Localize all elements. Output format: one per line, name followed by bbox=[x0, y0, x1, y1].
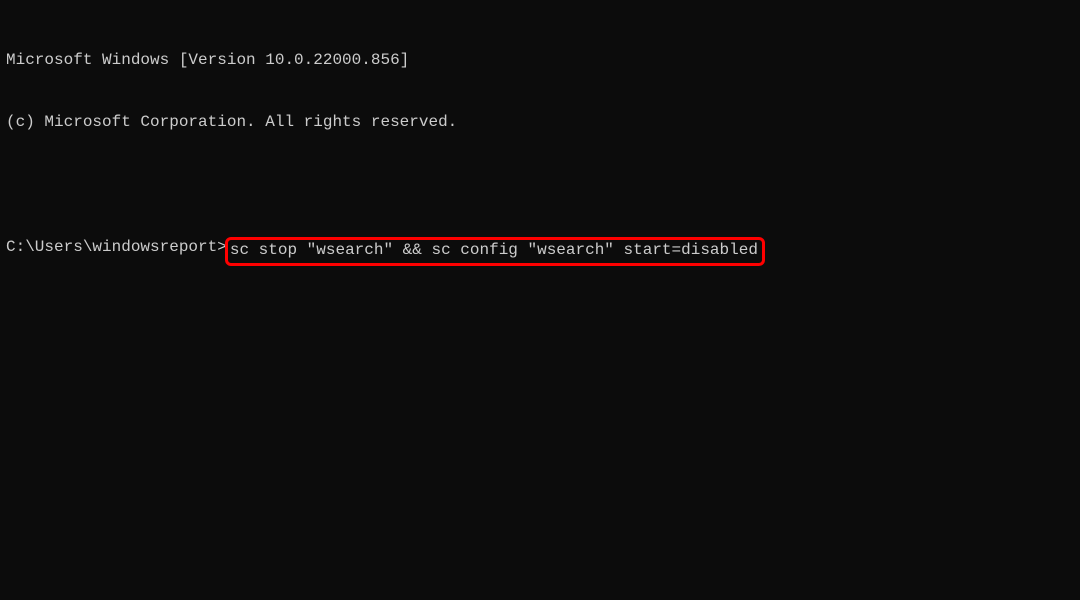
command-input[interactable]: sc stop "wsearch" && sc config "wsearch"… bbox=[230, 241, 758, 259]
header-line-1: Microsoft Windows [Version 10.0.22000.85… bbox=[6, 50, 1074, 71]
prompt: C:\Users\windowsreport> bbox=[6, 237, 227, 258]
terminal-output[interactable]: Microsoft Windows [Version 10.0.22000.85… bbox=[6, 8, 1074, 286]
header-line-2: (c) Microsoft Corporation. All rights re… bbox=[6, 112, 1074, 133]
prompt-line: C:\Users\windowsreport>sc stop "wsearch"… bbox=[6, 237, 1074, 266]
blank-line bbox=[6, 174, 1074, 195]
command-highlight-box: sc stop "wsearch" && sc config "wsearch"… bbox=[225, 237, 765, 266]
